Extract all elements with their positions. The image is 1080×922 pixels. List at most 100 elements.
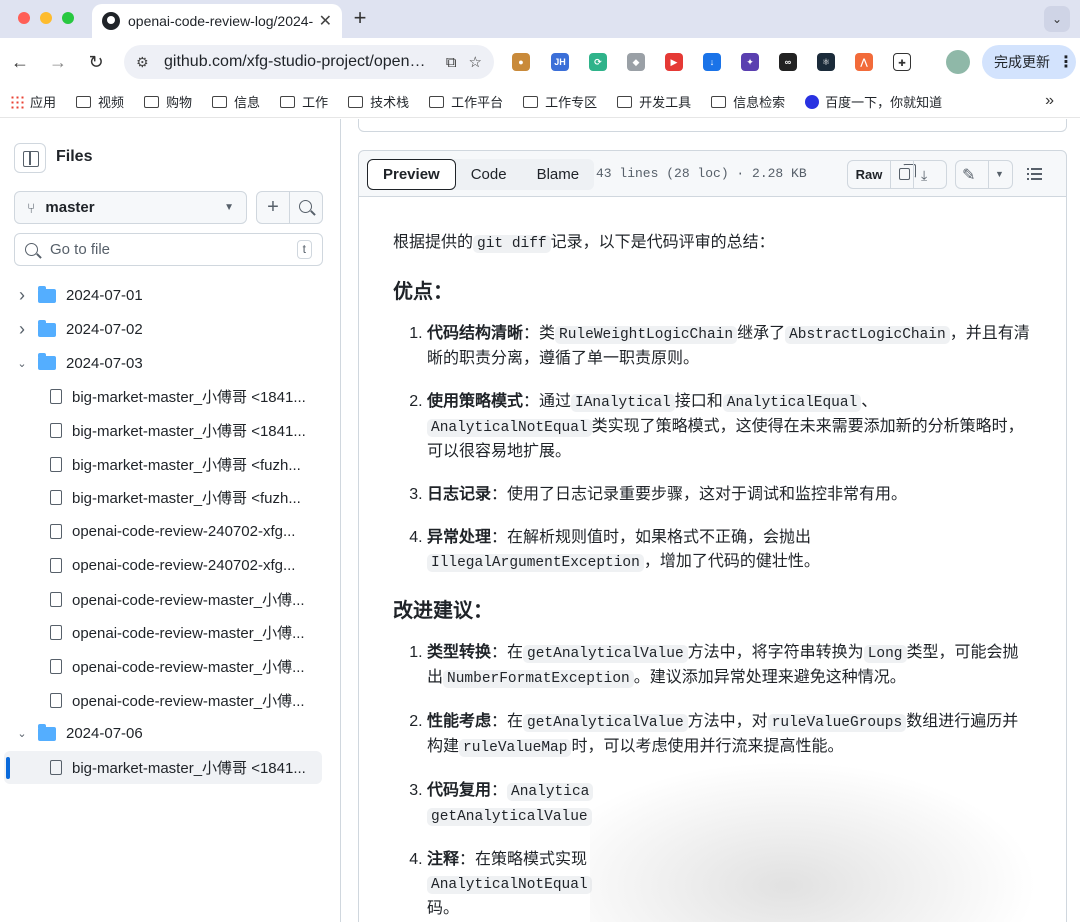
tree-file[interactable]: openai-code-review-240702-xfg... [0,549,340,583]
raw-button[interactable]: Raw [848,161,891,188]
tree-file[interactable]: big-market-master_小傅哥 <1841... [0,414,340,448]
tree-folder[interactable]: ⌄ 2024-07-06 [0,717,340,751]
tree-item-label: openai-code-review-master_小傅... [72,591,305,609]
heading-improvements: 改进建议： [393,600,493,622]
outline-list-icon[interactable] [1027,166,1043,182]
file-meta: 43 lines (28 loc) · 2.28 KB [596,166,807,181]
shield-extension-icon[interactable]: ◆ [627,53,645,71]
tool-extension-icon[interactable]: ⋀ [855,53,873,71]
heading-pros: 优点： [393,281,453,303]
chevron-down-icon[interactable]: ⌄ [16,357,28,370]
bookmark-label: 应用 [30,95,57,110]
intro-paragraph: 根据提供的 git diff 记录，以下是代码评审的总结： [393,234,775,253]
bookmark-item[interactable]: 视频 [76,92,124,111]
back-button[interactable]: ← [8,50,32,74]
bookmark-item[interactable]: 信息检索 [711,92,785,111]
bookmark-item[interactable]: 工作 [280,92,328,111]
file-tree-sidebar: Files ⑂ master ▼ + Go to file t › 2024-07… [0,119,341,922]
react-extension-icon[interactable]: ⚛ [817,53,835,71]
tree-folder[interactable]: ⌄ 2024-07-03 [0,346,340,380]
tree-item-label: 2024-07-06 [66,725,143,743]
tab-search-button[interactable]: ⌄ [1044,6,1070,32]
pencil-icon[interactable]: ✎ [962,165,975,185]
add-file-button[interactable]: + [257,192,290,223]
update-button[interactable]: 完成更新 ⋮ [982,45,1076,79]
refresh-extension-icon[interactable]: ⟳ [589,53,607,71]
tree-file[interactable]: big-market-master_小傅哥 <1841... [4,750,322,785]
chevron-right-icon[interactable]: › [16,319,28,340]
copy-icon[interactable] [899,164,916,180]
folder-icon [76,95,92,108]
bookmark-label: 百度一下，你就知道 [825,95,943,110]
tab-preview[interactable]: Preview [367,159,456,190]
tree-item-label: openai-code-review-240702-xfg... [72,556,296,574]
sidebar-title: Files [56,148,93,165]
tree-folder[interactable]: › 2024-07-01 [0,279,340,313]
tree-file[interactable]: openai-code-review-master_小傅... [0,683,340,717]
palette-extension-icon[interactable]: ✦ [741,53,759,71]
bookmark-star-icon[interactable]: ☆ [469,53,482,71]
bookmarks-overflow-icon[interactable]: » [1045,92,1054,110]
bookmark-item[interactable]: 信息 [212,92,260,111]
tree-file[interactable]: big-market-master_小傅哥 <fuzh... [0,447,340,481]
bookmark-item[interactable]: 工作平台 [429,92,503,111]
cookie-extension-icon[interactable]: ● [512,53,530,71]
file-icon [50,591,62,607]
tree-file[interactable]: openai-code-review-240702-xfg... [0,515,340,549]
folder-icon [280,95,296,108]
bookmark-item[interactable]: 购物 [144,92,192,111]
tree-item-label: big-market-master_小傅哥 <1841... [72,759,306,777]
infinity-extension-icon[interactable]: ∞ [779,53,797,71]
browser-tab-active[interactable]: openai-code-review-log/2024-07-06/big-ma… [92,4,342,38]
more-menu-icon[interactable]: ⋮ [1058,52,1074,72]
forward-button[interactable]: → [46,50,70,74]
tree-item-label: 2024-07-03 [66,354,143,372]
url-text[interactable]: github.com/xfg-studio-project/openai-cod… [164,53,434,71]
chevron-down-icon[interactable]: ⌄ [16,727,28,740]
download-extension-icon[interactable]: ↓ [703,53,721,71]
address-bar[interactable]: ⚙ github.com/xfg-studio-project/openai-c… [124,45,494,79]
window-close-button[interactable] [18,12,30,24]
branch-selector[interactable]: ⑂ master ▼ [14,191,247,224]
puzzle-extension-icon[interactable]: ✚ [893,53,911,71]
tree-folder[interactable]: › 2024-07-02 [0,313,340,347]
scroll-gutter[interactable] [1067,119,1080,922]
new-tab-button[interactable]: + [350,6,370,30]
file-icon [50,557,62,573]
download-icon[interactable]: ⤓ [921,167,927,184]
tree-file[interactable]: openai-code-review-master_小傅... [0,582,340,616]
file-icon [50,759,62,775]
tree-item-label: 2024-07-01 [66,287,143,305]
tree-item-label: big-market-master_小傅哥 <fuzh... [72,456,301,474]
github-icon [102,12,120,30]
window-zoom-button[interactable] [62,12,74,24]
chevron-right-icon[interactable]: › [16,285,28,306]
search-icon[interactable] [299,200,312,213]
window-minimize-button[interactable] [40,12,52,24]
install-app-icon[interactable]: ⧉ [446,54,457,71]
chevron-down-icon[interactable]: ▼ [995,169,1004,179]
tab-blame[interactable]: Blame [522,159,595,190]
site-settings-icon[interactable]: ⚙ [136,54,154,71]
collapse-sidebar-icon[interactable] [14,143,46,173]
tree-item-label: openai-code-review-240702-xfg... [72,523,296,541]
youtube-extension-icon[interactable]: ▶ [665,53,683,71]
tab-close-icon[interactable]: ✕ [319,11,332,31]
bookmark-item[interactable]: 百度一下，你就知道 [805,92,942,111]
tree-file[interactable]: openai-code-review-master_小傅... [0,616,340,650]
browser-toolbar: ← → ↻ ⚙ github.com/xfg-studio-project/op… [0,38,1080,86]
bookmark-item[interactable]: 工作专区 [523,92,597,111]
profile-avatar[interactable] [946,50,970,74]
tree-file[interactable]: big-market-master_小傅哥 <1841... [0,380,340,414]
tree-file[interactable]: big-market-master_小傅哥 <fuzh... [0,481,340,515]
file-icon [50,423,62,439]
bookmark-item[interactable]: 技术栈 [348,92,409,111]
tree-file[interactable]: openai-code-review-master_小傅... [0,650,340,684]
go-to-file-input[interactable]: Go to file t [14,233,323,266]
reload-button[interactable]: ↻ [84,50,108,74]
bookmark-item[interactable]: 应用 [10,92,56,111]
divider [988,161,989,188]
bookmark-item[interactable]: 开发工具 [617,92,691,111]
jh-extension-icon[interactable]: JH [551,53,569,71]
tab-code[interactable]: Code [456,159,522,190]
